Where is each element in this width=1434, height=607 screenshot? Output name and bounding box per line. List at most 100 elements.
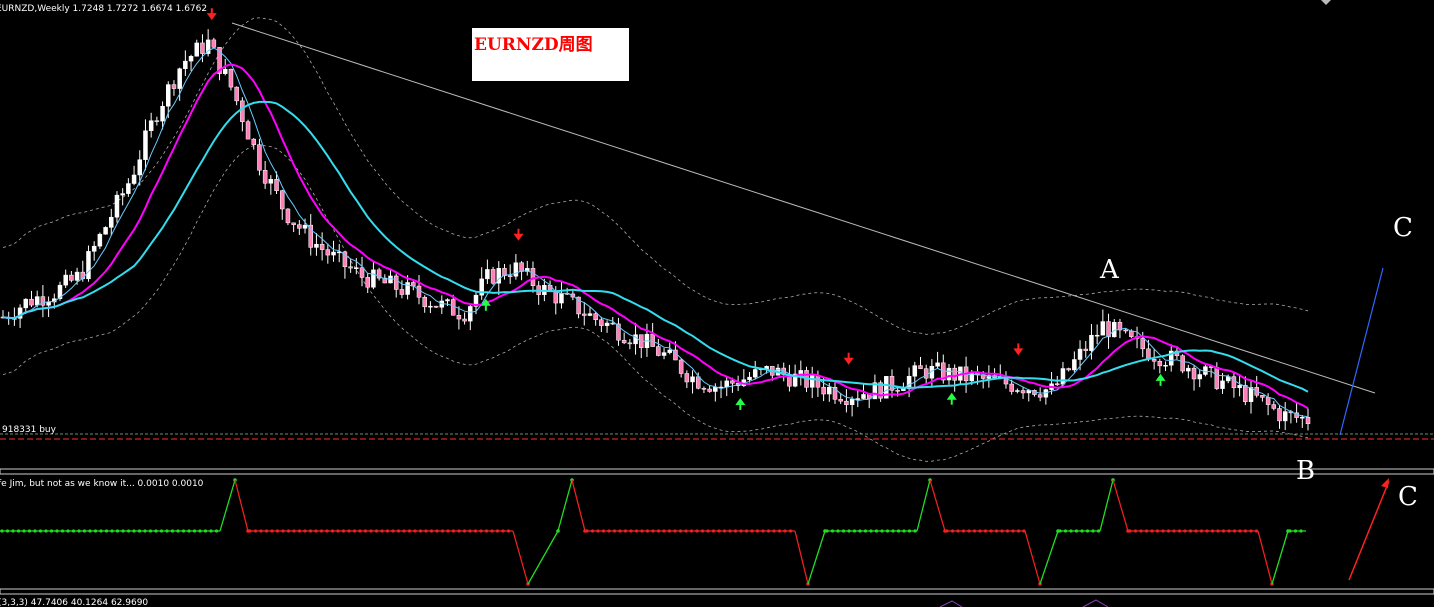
candle-body [1237, 385, 1242, 389]
candle-body [194, 42, 200, 57]
indicator-dot [501, 529, 505, 533]
indicator-dot [429, 529, 434, 533]
candle-body [314, 243, 319, 248]
candle-body [815, 375, 821, 388]
candle-body [354, 267, 359, 269]
candle-body [485, 269, 490, 280]
candle-body [325, 249, 331, 256]
indicator-dot [490, 529, 494, 533]
candle-body [1231, 376, 1237, 389]
indicator-dot [788, 529, 793, 533]
indicator-dot [645, 529, 650, 533]
indicator-dot [945, 529, 949, 533]
indicator-dot [468, 529, 472, 533]
indicator-dot [385, 529, 390, 533]
candle-body [946, 367, 952, 381]
indicator-dot [913, 529, 917, 533]
indicator-dot [33, 529, 37, 533]
indicator-dot [55, 529, 59, 533]
indicator-dot [722, 529, 727, 533]
indicator-dot [1150, 529, 1154, 533]
indicator-dot [99, 529, 103, 533]
indicator-dot [967, 529, 971, 533]
indicator-dot [1293, 529, 1298, 533]
indicator-dot [750, 529, 754, 533]
indicator-dot [165, 529, 169, 533]
indicator-dot [60, 529, 65, 533]
candle-body [1009, 383, 1014, 392]
candle-body [656, 346, 661, 356]
indicator-dot [880, 529, 884, 533]
indicator-dot [1080, 529, 1084, 533]
indicator-dot [1199, 529, 1204, 533]
candle-body [621, 339, 627, 344]
indicator-dot [989, 529, 993, 533]
indicator-dot [777, 529, 782, 533]
chart-header: EURNZD,Weekly 1.7248 1.7272 1.6674 1.676… [0, 4, 207, 14]
candle-body [923, 368, 929, 379]
indicator-dot [739, 529, 743, 533]
indicator-dot [49, 529, 54, 533]
indicator-dot [651, 529, 655, 533]
indicator-dot [170, 529, 175, 533]
candle-body [445, 299, 450, 302]
indicator-dot [1144, 529, 1149, 533]
indicator-dot [972, 529, 977, 533]
indicator-dot [154, 529, 158, 533]
indicator-dot [259, 529, 263, 533]
candle-body [809, 375, 815, 388]
candle-body [513, 262, 519, 277]
candle-body [291, 222, 296, 225]
indicator-dot [44, 529, 48, 533]
indicator-dot [1011, 529, 1015, 533]
candle-body [559, 292, 564, 304]
candle-body [422, 297, 427, 308]
indicator-dot [1243, 529, 1248, 533]
candle-body [1083, 348, 1089, 351]
candle-body [109, 216, 114, 228]
candle-body [1157, 361, 1163, 367]
candle-body [222, 69, 228, 74]
candle-body [650, 333, 655, 347]
indicator-dot [192, 529, 197, 533]
candle-body [684, 373, 690, 383]
indicator-dot [148, 529, 153, 533]
indicator-dot [728, 529, 732, 533]
indicator-dot [418, 529, 423, 533]
candle-body [268, 179, 274, 184]
indicator-dot [1063, 529, 1068, 533]
annotation-c-bottom: C [1398, 482, 1418, 512]
indicator-dot [1216, 529, 1220, 533]
candle-body [1072, 359, 1077, 371]
indicator-dot [281, 529, 285, 533]
indicator-dot [27, 529, 32, 533]
candle-body [1100, 321, 1106, 336]
candle-body [1089, 334, 1094, 351]
indicator-dot [662, 529, 666, 533]
chart-background [0, 0, 1434, 607]
candle-body [319, 243, 325, 250]
indicator-dot [292, 529, 296, 533]
candle-body [183, 60, 188, 69]
indicator-dot [203, 529, 208, 533]
indicator-dot [413, 529, 417, 533]
indicator-dot [1161, 529, 1165, 533]
indicator-dot [1254, 529, 1259, 533]
indicator-dot [424, 529, 428, 533]
candle-body [1077, 348, 1083, 360]
candle-body [690, 376, 695, 383]
indicator-dot [115, 529, 120, 533]
candle-body [126, 183, 131, 194]
indicator-dot [766, 529, 771, 533]
indicator-dot [214, 529, 219, 533]
candle-body [661, 352, 667, 356]
candle-body [114, 194, 120, 218]
indicator-dot [1085, 529, 1090, 533]
indicator-dot [695, 529, 699, 533]
indicator-dot [484, 529, 489, 533]
candle-body [228, 69, 234, 88]
indicator-dot [950, 529, 955, 533]
indicator-dot [479, 529, 483, 533]
candle-body [935, 362, 940, 367]
candle-body [416, 285, 422, 298]
